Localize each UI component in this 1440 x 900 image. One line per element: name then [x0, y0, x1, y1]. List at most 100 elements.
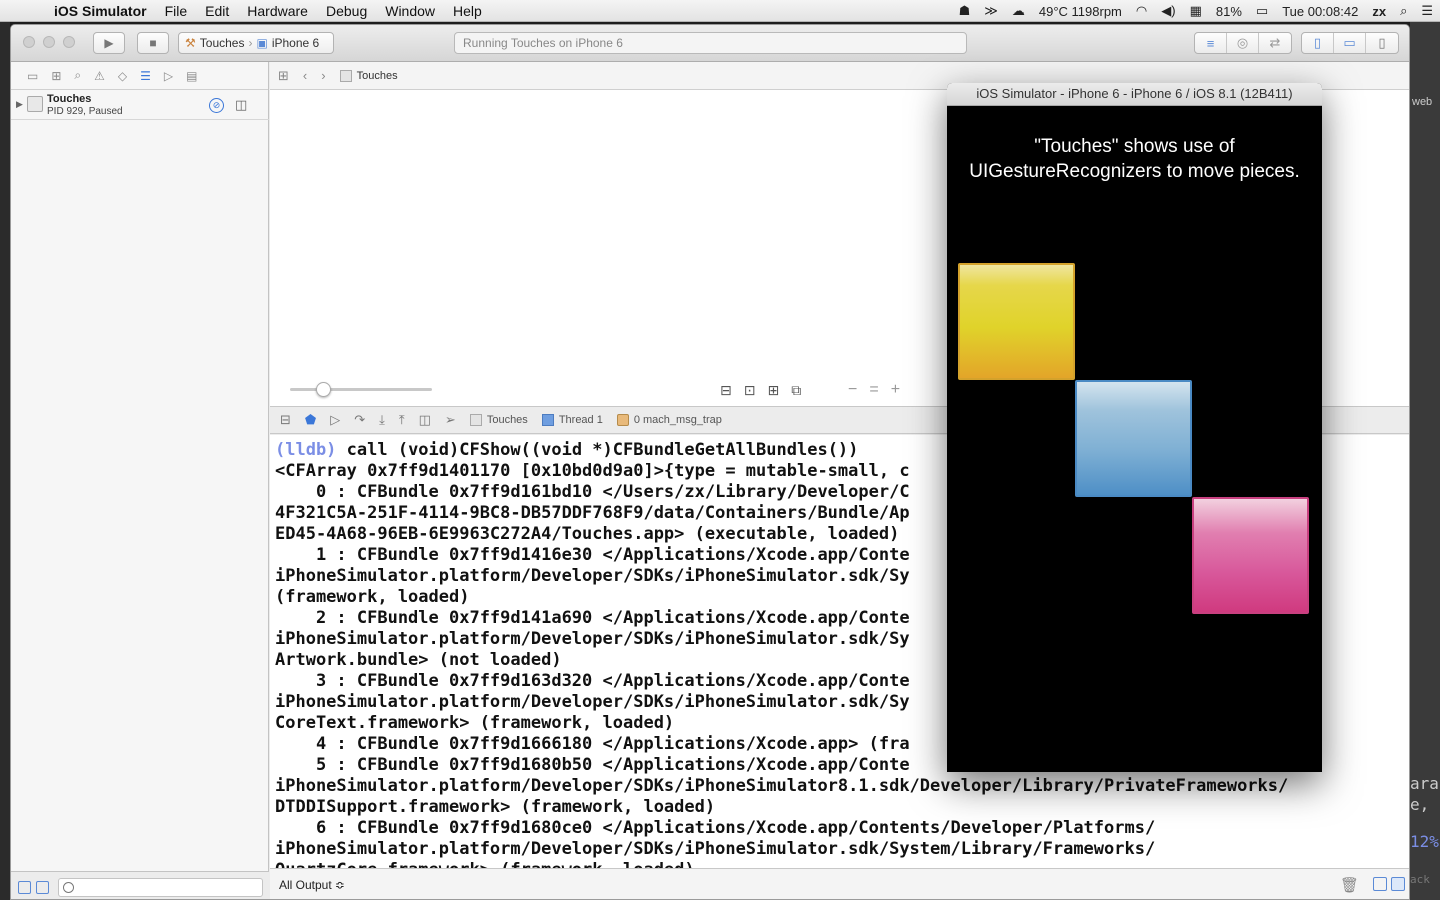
show-variables-icon[interactable]: [1373, 877, 1387, 891]
spotlight-icon[interactable]: ⌕: [1393, 3, 1414, 19]
show-console-icon[interactable]: [1391, 877, 1405, 891]
step-over-icon[interactable]: ↷: [354, 412, 365, 428]
yellow-piece[interactable]: [958, 263, 1075, 380]
debug-crumb-thread[interactable]: Thread 1: [541, 414, 603, 426]
zoom-window-button[interactable]: [63, 36, 75, 48]
pink-piece[interactable]: [1192, 497, 1309, 614]
close-window-button[interactable]: [23, 36, 35, 48]
menu-edit[interactable]: Edit: [196, 3, 238, 19]
temperature-readout[interactable]: 49°C 1198rpm: [1032, 4, 1129, 19]
menu-debug[interactable]: Debug: [317, 3, 376, 19]
background-window-left: [0, 22, 10, 900]
filter-input[interactable]: [58, 878, 263, 897]
find-navigator-icon[interactable]: ⌕: [74, 68, 81, 83]
symbol-navigator-icon[interactable]: ⊞: [51, 69, 61, 83]
battery-percent[interactable]: 81%: [1209, 4, 1249, 19]
debug-crumb-app-label: Touches: [486, 414, 528, 426]
stack-frame-icon: [616, 414, 629, 426]
related-items-icon[interactable]: ⊞: [278, 68, 289, 84]
show-queues-icon[interactable]: [36, 881, 49, 894]
console-line: 3 : CFBundle 0x7ff9d163d320 </Applicatio…: [275, 671, 910, 691]
navigator-selector-bar: ▭ ⊞ ⌕ ⚠ ◇ ☰ ▷ ▤: [11, 62, 268, 90]
debug-crumb-frame[interactable]: 0 mach_msg_trap: [616, 414, 722, 426]
zoom-slider-knob[interactable]: [316, 382, 331, 397]
jump-bar-crumb-label: Touches: [356, 69, 398, 82]
simulator-title[interactable]: iOS Simulator - iPhone 6 - iPhone 6 / iO…: [947, 83, 1322, 106]
debug-navigator: ▭ ⊞ ⌕ ⚠ ◇ ☰ ▷ ▤ ▶ Touches PID 929, Pause…: [11, 62, 269, 899]
chevron-right-icon: ›: [248, 36, 253, 50]
show-threads-icon[interactable]: [18, 881, 31, 894]
disclosure-triangle-icon[interactable]: ▶: [16, 99, 23, 110]
scheme-device: iPhone 6: [271, 36, 320, 50]
gauge-icon[interactable]: ⊘: [209, 98, 224, 113]
clip-content-icon[interactable]: ⊟: [720, 382, 732, 399]
arrows-icon[interactable]: ≫: [977, 3, 1005, 19]
output-selector[interactable]: All Output ≎: [279, 878, 345, 892]
step-in-icon[interactable]: ⤓: [379, 412, 385, 428]
layers-icon[interactable]: ⧉: [791, 382, 801, 399]
lldb-prompt: (lldb): [275, 440, 337, 460]
debug-view-hierarchy-icon[interactable]: ◫: [419, 412, 431, 428]
menu-help[interactable]: Help: [444, 3, 491, 19]
debug-navigator-icon[interactable]: ☰: [140, 69, 151, 83]
assistant-editor-icon[interactable]: ◎: [1227, 33, 1259, 53]
wifi-icon[interactable]: ◠: [1129, 3, 1154, 19]
minimize-window-button[interactable]: [43, 36, 55, 48]
forward-arrow-icon[interactable]: ›: [321, 68, 325, 83]
filter-icon: [63, 882, 74, 893]
toggle-debug-area-icon[interactable]: ▭: [1334, 33, 1366, 53]
hide-debug-area-icon[interactable]: ⊟: [280, 412, 291, 428]
run-button[interactable]: ▶: [93, 32, 125, 54]
console-line: (framework, loaded): [275, 587, 470, 607]
show-constraints-icon[interactable]: ⊡: [744, 382, 756, 399]
back-arrow-icon[interactable]: ‹: [303, 68, 307, 83]
test-navigator-icon[interactable]: ◇: [118, 69, 127, 83]
zoom-in-icon[interactable]: +: [891, 381, 900, 399]
notification-center-icon[interactable]: ☰: [1414, 3, 1440, 19]
trash-icon[interactable]: 🗑: [1340, 876, 1359, 894]
cloud-icon[interactable]: ☁: [1005, 3, 1032, 19]
memory-icon[interactable]: ◫: [235, 97, 247, 113]
continue-icon[interactable]: ▷: [330, 412, 340, 428]
zoom-slider-track[interactable]: [290, 388, 432, 391]
process-row[interactable]: ▶ Touches PID 929, Paused ⊘ ◫: [11, 90, 269, 120]
menu-hardware[interactable]: Hardware: [238, 3, 317, 19]
issue-navigator-icon[interactable]: ⚠: [94, 69, 105, 83]
battery-icon[interactable]: ▭: [1249, 3, 1275, 19]
menu-window[interactable]: Window: [376, 3, 444, 19]
wireframe-icon[interactable]: ⊞: [767, 382, 779, 399]
breakpoints-toggle-icon[interactable]: ⬟: [305, 412, 316, 428]
report-navigator-icon[interactable]: ▤: [186, 69, 197, 83]
blue-piece[interactable]: [1075, 380, 1192, 497]
scheme-selector[interactable]: ⚒ Touches › ▣ iPhone 6: [178, 32, 334, 54]
standard-editor-icon[interactable]: ≡: [1195, 33, 1227, 53]
flag-icon[interactable]: ▦: [1183, 3, 1209, 19]
play-icon: ▶: [104, 36, 114, 50]
zoom-actual-icon[interactable]: =: [869, 381, 878, 399]
step-out-icon[interactable]: ⤒: [399, 412, 405, 428]
menu-file[interactable]: File: [156, 3, 197, 19]
process-status: PID 929, Paused: [47, 106, 123, 117]
menu-app-name[interactable]: iOS Simulator: [54, 3, 156, 19]
app-message-line1: "Touches" shows use of: [1034, 136, 1235, 157]
debug-crumb-app[interactable]: Touches: [469, 414, 528, 426]
activity-status: Running Touches on iPhone 6: [454, 32, 967, 54]
project-navigator-icon[interactable]: ▭: [27, 69, 38, 83]
simulate-location-icon[interactable]: ➢: [445, 412, 456, 428]
toggle-utilities-icon[interactable]: ▯: [1366, 33, 1398, 53]
console-line: CoreText.framework> (framework, loaded): [275, 713, 675, 733]
console-line: iPhoneSimulator.platform/Developer/SDKs/…: [275, 692, 910, 712]
console-line: Artwork.bundle> (not loaded): [275, 650, 562, 670]
volume-icon[interactable]: ◀): [1154, 3, 1182, 19]
stop-button[interactable]: ■: [137, 32, 169, 54]
clock[interactable]: Tue 00:08:42: [1275, 4, 1365, 19]
toggle-navigator-icon[interactable]: ▯: [1302, 33, 1334, 53]
ghost-icon[interactable]: ☗: [952, 3, 978, 19]
jump-bar-crumb[interactable]: Touches: [339, 69, 398, 82]
zoom-out-icon[interactable]: −: [848, 381, 857, 399]
user-name[interactable]: zx: [1365, 4, 1393, 19]
background-text: e,: [1410, 795, 1430, 814]
version-editor-icon[interactable]: ⇄: [1259, 33, 1291, 53]
app-target-icon: ⚒: [185, 36, 196, 50]
breakpoint-navigator-icon[interactable]: ▷: [164, 69, 173, 83]
